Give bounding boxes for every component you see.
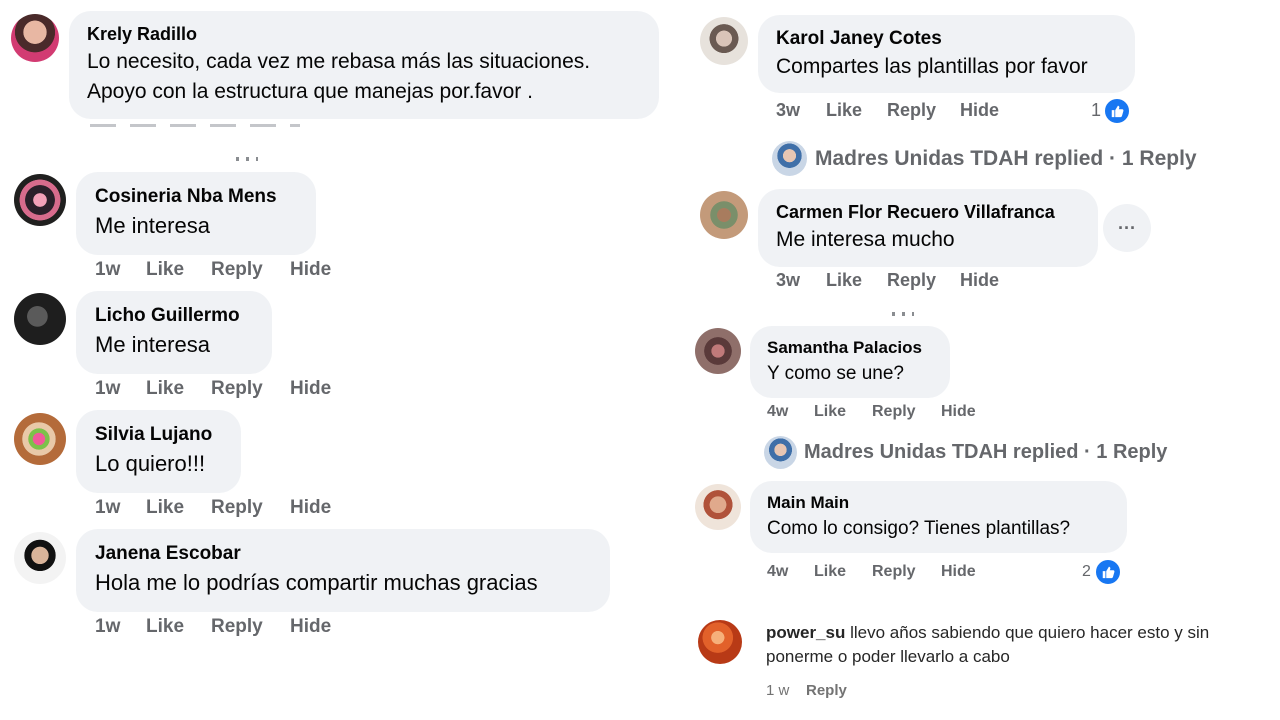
like-button[interactable]: Like xyxy=(146,497,184,519)
hide-button[interactable]: Hide xyxy=(960,270,999,291)
comment-time[interactable]: 3w xyxy=(776,100,800,121)
like-button[interactable]: Like xyxy=(146,378,184,400)
avatar[interactable] xyxy=(695,484,741,530)
avatar[interactable] xyxy=(700,191,748,239)
like-button[interactable]: Like xyxy=(826,100,862,121)
hide-button[interactable]: Hide xyxy=(290,259,331,281)
avatar[interactable] xyxy=(14,293,66,345)
hide-button[interactable]: Hide xyxy=(290,497,331,519)
avatar[interactable] xyxy=(764,436,797,469)
comment-time[interactable]: 4w xyxy=(767,563,788,581)
comment-author[interactable]: Licho Guillermo xyxy=(95,305,240,327)
comment-text: Lo necesito, cada vez me rebasa más las … xyxy=(87,50,591,73)
reply-button[interactable]: Reply xyxy=(806,682,847,699)
comment-bubble xyxy=(750,481,1127,553)
comment-text: Apoyo con la estructura que manejas por.… xyxy=(87,80,533,103)
comment-text: Me interesa xyxy=(95,332,210,357)
avatar[interactable] xyxy=(695,328,741,374)
hide-button[interactable]: Hide xyxy=(290,378,331,400)
hide-button[interactable]: Hide xyxy=(290,616,331,638)
reply-button[interactable]: Reply xyxy=(211,616,263,638)
like-button[interactable]: Like xyxy=(826,270,862,291)
comment-text: ponerme o poder llevarlo a cabo xyxy=(766,647,1010,666)
like-button[interactable]: Like xyxy=(146,616,184,638)
more-options-button[interactable]: ··· xyxy=(1103,204,1151,252)
comment-author[interactable]: power_su xyxy=(766,623,845,642)
comment-line: power_su llevo años sabiendo que quiero … xyxy=(766,623,1209,643)
view-replies-link[interactable]: Madres Unidas TDAH replied · 1 Reply xyxy=(815,147,1197,171)
reply-button[interactable]: Reply xyxy=(872,403,916,421)
reply-button[interactable]: Reply xyxy=(872,563,916,581)
hide-button[interactable]: Hide xyxy=(960,100,999,121)
comment-time[interactable]: 1w xyxy=(95,616,120,638)
avatar[interactable] xyxy=(11,14,59,62)
reply-button[interactable]: Reply xyxy=(211,259,263,281)
cropped-fragment xyxy=(236,157,258,161)
comment-time[interactable]: 1w xyxy=(95,497,120,519)
comment-author[interactable]: Carmen Flor Recuero Villafranca xyxy=(776,202,1055,223)
comment-text: Y como se une? xyxy=(767,363,904,384)
avatar[interactable] xyxy=(772,141,807,176)
comment-time[interactable]: 4w xyxy=(767,403,788,421)
avatar[interactable] xyxy=(700,17,748,65)
hide-button[interactable]: Hide xyxy=(941,403,976,421)
reply-button[interactable]: Reply xyxy=(211,497,263,519)
comment-author[interactable]: Main Main xyxy=(767,493,849,513)
reply-button[interactable]: Reply xyxy=(887,100,936,121)
comment-time[interactable]: 1w xyxy=(95,259,120,281)
comment-text: Me interesa mucho xyxy=(776,228,955,251)
thumbs-up-icon[interactable] xyxy=(1094,558,1122,586)
reply-button[interactable]: Reply xyxy=(211,378,263,400)
comment-text: Lo quiero!!! xyxy=(95,451,206,476)
comment-author[interactable]: Krely Radillo xyxy=(87,24,197,45)
avatar[interactable] xyxy=(698,620,742,664)
comment-author[interactable]: Karol Janey Cotes xyxy=(776,28,942,50)
avatar[interactable] xyxy=(14,413,66,465)
avatar[interactable] xyxy=(14,532,66,584)
comment-text: Como lo consigo? Tienes plantillas? xyxy=(767,518,1071,539)
cropped-fragment xyxy=(892,312,914,316)
like-button[interactable]: Like xyxy=(814,563,846,581)
like-button[interactable]: Like xyxy=(146,259,184,281)
comment-time[interactable]: 3w xyxy=(776,270,800,291)
comment-author[interactable]: Samantha Palacios xyxy=(767,338,922,358)
comment-text: Me interesa xyxy=(95,213,210,238)
comment-text: Compartes las plantillas por favor xyxy=(776,55,1088,78)
comment-author[interactable]: Janena Escobar xyxy=(95,543,241,565)
comment-text: Hola me lo podrías compartir muchas grac… xyxy=(95,570,538,595)
reply-button[interactable]: Reply xyxy=(887,270,936,291)
reaction-count[interactable]: 1 xyxy=(1091,100,1101,121)
comment-bubble xyxy=(750,326,950,398)
comment-time[interactable]: 1 w xyxy=(766,682,789,699)
thumbs-up-icon[interactable] xyxy=(1103,97,1131,125)
comment-bubble xyxy=(758,15,1135,93)
comment-author[interactable]: Silvia Lujano xyxy=(95,424,212,446)
cropped-action-row xyxy=(90,124,300,127)
view-replies-link[interactable]: Madres Unidas TDAH replied · 1 Reply xyxy=(804,441,1167,464)
comment-time[interactable]: 1w xyxy=(95,378,120,400)
comment-text: llevo años sabiendo que quiero hacer est… xyxy=(850,623,1210,642)
avatar[interactable] xyxy=(14,174,66,226)
like-button[interactable]: Like xyxy=(814,403,846,421)
hide-button[interactable]: Hide xyxy=(941,563,976,581)
comment-author[interactable]: Cosineria Nba Mens xyxy=(95,186,277,208)
reaction-count[interactable]: 2 xyxy=(1082,563,1091,581)
